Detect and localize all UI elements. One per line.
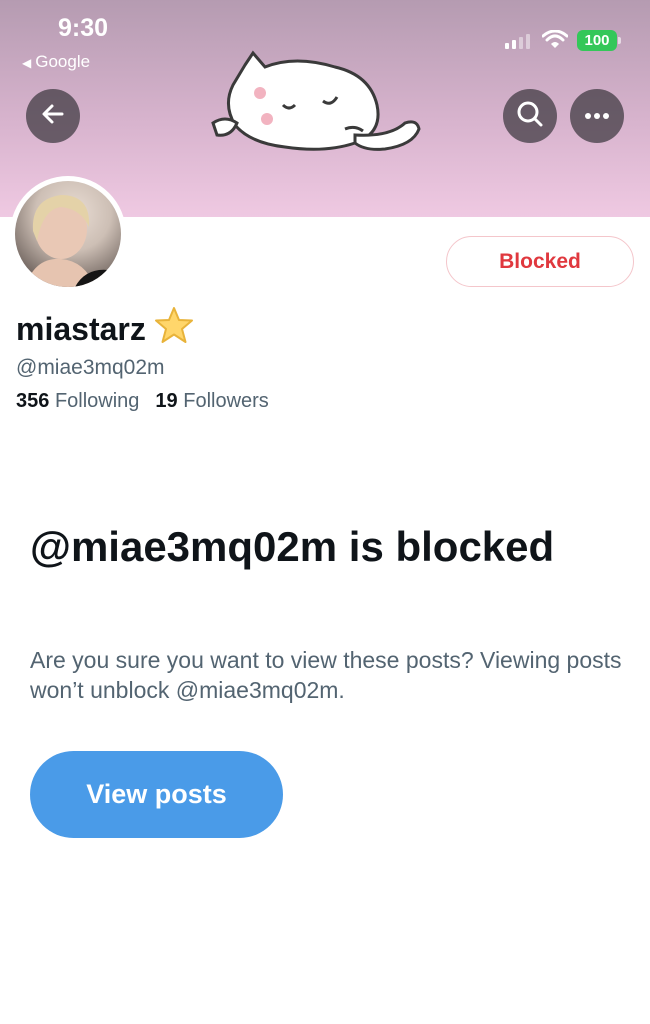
followers-link[interactable]: 19 Followers — [155, 390, 268, 413]
back-to-app-link[interactable]: ◀ Google — [22, 52, 90, 72]
blocked-button[interactable]: Blocked — [446, 236, 634, 287]
star-badge-icon — [154, 306, 194, 352]
wifi-icon — [541, 29, 569, 55]
battery-icon: 100 — [577, 30, 621, 51]
arrow-left-icon — [40, 101, 66, 132]
view-posts-button[interactable]: View posts — [30, 751, 283, 838]
avatar[interactable] — [10, 176, 126, 292]
more-options-button[interactable] — [570, 89, 624, 143]
profile-handle: @miae3mq02m — [16, 356, 165, 379]
following-label: Following — [54, 390, 140, 412]
status-time: 9:30 — [58, 14, 109, 42]
back-app-label: Google — [35, 52, 91, 71]
follow-stats: 356 Following 19 Followers — [16, 390, 269, 413]
back-button[interactable] — [26, 89, 80, 143]
avatar-image — [15, 181, 121, 287]
following-link[interactable]: 356 Following — [16, 390, 139, 413]
search-icon — [516, 100, 544, 133]
search-button[interactable] — [503, 89, 557, 143]
followers-label: Followers — [183, 390, 269, 412]
more-icon — [584, 107, 610, 125]
cellular-signal-icon — [505, 34, 530, 49]
followers-count: 19 — [155, 390, 178, 412]
display-name: miastarz — [16, 310, 146, 347]
back-triangle-icon: ◀ — [22, 56, 32, 70]
following-count: 356 — [16, 390, 50, 412]
blocked-title: @miae3mq02m is blocked — [30, 523, 555, 570]
blocked-description: Are you sure you want to view these post… — [30, 647, 622, 703]
status-bar: 9:30 ◀ Google 100 — [0, 0, 650, 80]
display-name-row: miastarz — [16, 306, 194, 352]
